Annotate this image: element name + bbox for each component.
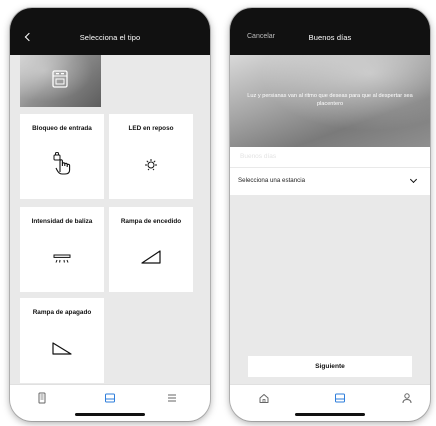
tile-label: Rampa de apagado [32, 309, 92, 316]
tile-rampa-encedido[interactable]: Rampa de encedido [109, 207, 193, 292]
page-title: Buenos días [308, 33, 352, 42]
page-title: Selecciona el tipo [79, 33, 141, 42]
user-icon[interactable] [400, 391, 414, 405]
ramp-down-icon [52, 342, 72, 355]
bottom-navigation [230, 384, 430, 421]
led-sun-icon [145, 159, 157, 171]
scenes-icon[interactable] [103, 391, 117, 405]
home-indicator [75, 413, 145, 416]
tile-rampa-apagado[interactable]: Rampa de apagado [20, 298, 104, 383]
bottom-navigation [10, 384, 210, 421]
home-indicator [295, 413, 365, 416]
next-button[interactable]: Siguiente [248, 356, 412, 377]
hand-lock-icon [53, 152, 71, 175]
tile-label: Rampa de encedido [120, 218, 182, 225]
header-bar: Cancelar Buenos días [230, 8, 430, 55]
chevron-down-icon [409, 175, 418, 184]
tile-bloqueo-entrada[interactable]: Bloqueo de entrada [20, 114, 104, 199]
device-icon[interactable] [35, 391, 49, 405]
scene-description: Luz y persianas van al ritmo que deseas … [247, 93, 413, 107]
tile-intensidad-baliza[interactable]: Intensidad de baliza [20, 207, 104, 292]
header-bar: Selecciona el tipo [10, 8, 210, 55]
appliance-icon [52, 70, 68, 88]
tile-label: Intensidad de baliza [31, 218, 93, 225]
phone-right-screen: Cancelar Buenos días Luz y persianas van… [230, 8, 430, 421]
room-select[interactable]: Selecciona una estancia [230, 168, 430, 195]
beacon-icon [53, 254, 71, 263]
room-select-value: Selecciona una estancia [238, 177, 306, 184]
hero-image [20, 55, 101, 107]
tile-label: LED en reposo [128, 125, 174, 132]
ramp-up-icon [141, 250, 161, 264]
scenes-icon[interactable] [333, 391, 347, 405]
home-icon[interactable] [257, 391, 271, 405]
scene-name-row[interactable]: Buenos días [230, 147, 430, 167]
tile-led-reposo[interactable]: LED en reposo [109, 114, 193, 199]
scene-photo: Luz y persianas van al ritmo que deseas … [230, 55, 430, 147]
menu-icon[interactable] [165, 391, 179, 405]
tile-label: Bloqueo de entrada [32, 125, 92, 132]
scene-name-field[interactable]: Buenos días [240, 153, 276, 160]
phone-left-screen: Selecciona el tipo Bloqueo de entrada LE… [10, 8, 210, 421]
